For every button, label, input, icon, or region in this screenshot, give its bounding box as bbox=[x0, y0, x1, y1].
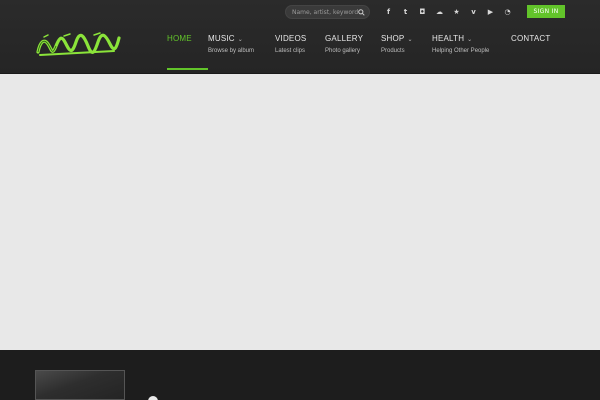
nav-shop-sub: Products bbox=[381, 48, 405, 54]
chevron-down-icon: ⌄ bbox=[467, 37, 473, 43]
vimeo-icon[interactable]: v bbox=[465, 5, 482, 19]
nav-videos-sub: Latest clips bbox=[275, 48, 306, 54]
nav-gallery-sub: Photo gallery bbox=[325, 48, 361, 54]
nav-shop[interactable]: SHOP ⌄ Products bbox=[381, 34, 413, 54]
nav-gallery-label: GALLERY bbox=[325, 34, 364, 43]
youtube-icon[interactable]: ▶ bbox=[482, 5, 499, 19]
main-content-area bbox=[0, 74, 600, 350]
nav-health-sub: Helping Other People bbox=[432, 48, 490, 54]
nav-home-label: HOME bbox=[167, 34, 192, 43]
rss-icon[interactable]: ◔ bbox=[499, 5, 516, 19]
star-icon[interactable]: ★ bbox=[448, 5, 465, 19]
footer-player bbox=[0, 350, 600, 400]
facebook-icon[interactable]: f bbox=[380, 5, 397, 19]
active-nav-indicator bbox=[167, 68, 208, 70]
nav-home[interactable]: HOME bbox=[167, 34, 192, 43]
search-input[interactable] bbox=[292, 8, 360, 16]
sign-in-button[interactable]: SIGN IN bbox=[527, 5, 565, 18]
soundcloud-icon[interactable]: ☁ bbox=[431, 5, 448, 19]
nav-videos[interactable]: VIDEOS Latest clips bbox=[275, 34, 306, 54]
album-thumbnail[interactable] bbox=[35, 370, 125, 400]
chevron-down-icon: ⌄ bbox=[407, 37, 413, 43]
site-header: f t ◘ ☁ ★ v ▶ ◔ SIGN IN HOME MUSIC⌄ Brow… bbox=[0, 0, 600, 74]
nav-videos-label: VIDEOS bbox=[275, 34, 307, 43]
nav-health[interactable]: HEALTH ⌄ Helping Other People bbox=[432, 34, 489, 54]
nav-music[interactable]: MUSIC ⌄ Browse by album bbox=[208, 34, 254, 54]
search-box[interactable] bbox=[285, 5, 370, 19]
nav-gallery[interactable]: GALLERY Photo gallery bbox=[325, 34, 363, 54]
nav-contact-label: CONTACT bbox=[511, 34, 551, 43]
search-icon[interactable] bbox=[358, 9, 365, 16]
nav-music-sub: Browse by album bbox=[208, 48, 255, 54]
nav-music-label: MUSIC bbox=[208, 34, 235, 43]
nav-health-label: HEALTH bbox=[432, 34, 465, 43]
social-links: f t ◘ ☁ ★ v ▶ ◔ bbox=[380, 5, 516, 19]
nav-shop-label: SHOP bbox=[381, 34, 405, 43]
instagram-icon[interactable]: ◘ bbox=[414, 5, 431, 19]
twitter-icon[interactable]: t bbox=[397, 5, 414, 19]
chevron-down-icon: ⌄ bbox=[237, 37, 244, 43]
player-progress-handle[interactable] bbox=[148, 396, 158, 400]
graffiti-logo[interactable] bbox=[34, 30, 122, 60]
nav-contact[interactable]: CONTACT bbox=[511, 34, 550, 43]
